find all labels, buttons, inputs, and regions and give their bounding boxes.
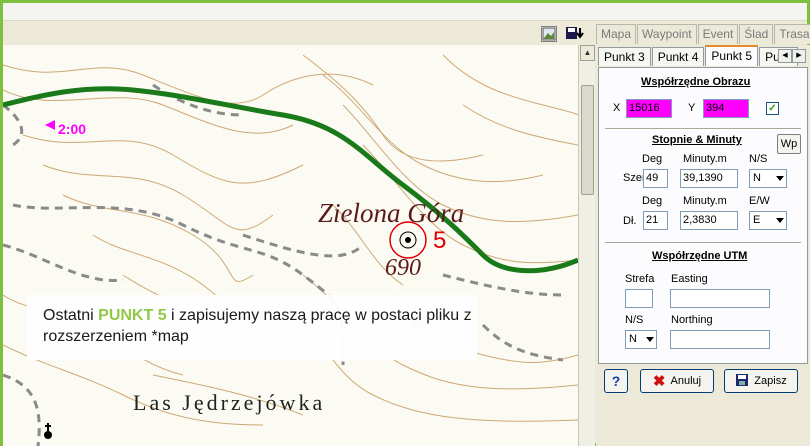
caption-text-before: Ostatni xyxy=(43,307,99,324)
zone-label: Strefa xyxy=(625,273,655,285)
scroll-thumb[interactable] xyxy=(581,85,594,195)
lon-deg-field[interactable]: 21 xyxy=(643,211,668,230)
y-label: Y xyxy=(688,102,696,114)
lock-checkbox[interactable]: ✓ xyxy=(766,102,779,115)
forest-name-label: Las Jędrzejówka xyxy=(133,390,326,415)
tab-mapa[interactable]: Mapa xyxy=(596,24,637,44)
lat-dir-select[interactable]: N xyxy=(749,169,787,188)
point-panel: Punkt 3 Punkt 4 Punkt 5 Punk ◀ ▶ Współrz… xyxy=(596,45,810,446)
tab-trasa[interactable]: Trasa xyxy=(774,24,810,44)
lat-dir-value: N xyxy=(753,172,761,184)
lon-deg-header: Deg xyxy=(642,195,663,207)
route-arrow-icon xyxy=(45,120,55,130)
x-label: X xyxy=(613,102,621,114)
degrees-title: Stopnie & Minuty xyxy=(652,134,742,146)
save-download-icon[interactable] xyxy=(565,26,584,42)
chevron-down-icon xyxy=(776,218,784,223)
place-name-label: Zielona Góra xyxy=(318,198,465,228)
image-icon[interactable] xyxy=(541,26,557,42)
point-tabs: Punkt 3 Punkt 4 Punkt 5 Punk xyxy=(598,45,799,67)
utm-ns-value: N xyxy=(629,333,637,345)
x-field[interactable]: 15016 xyxy=(626,99,672,118)
route-line xyxy=(3,86,578,274)
tab-scroll-left-icon[interactable]: ◀ xyxy=(778,49,792,63)
app-window: Mapa Waypoint Event Ślad Trasa 2:00 Ziel… xyxy=(0,0,810,446)
title-strip xyxy=(3,3,807,21)
lat-min-field[interactable]: 39,1390 xyxy=(680,169,738,188)
scroll-up-button[interactable]: ▲ xyxy=(580,45,595,61)
point-tab-body: Współrzędne Obrazu X 15016 Y 394 ✓ Stopn… xyxy=(598,67,808,364)
tab-punkt-3[interactable]: Punkt 3 xyxy=(598,47,651,66)
utm-ns-select[interactable]: N xyxy=(625,330,657,349)
cancel-button[interactable]: ✖ Anuluj xyxy=(640,369,714,393)
tab-punkt-4[interactable]: Punkt 4 xyxy=(651,47,705,66)
caption-highlight: PUNKT 5 xyxy=(98,307,167,324)
tab-scroll-right-icon[interactable]: ▶ xyxy=(792,49,806,63)
northing-field[interactable] xyxy=(670,330,770,349)
y-field[interactable]: 394 xyxy=(703,99,749,118)
chevron-down-icon xyxy=(646,337,654,342)
ns-label: N/S xyxy=(625,314,644,326)
lon-dir-value: E xyxy=(753,214,761,226)
tab-scroll-arrows: ◀ ▶ xyxy=(778,49,806,63)
tab-event[interactable]: Event xyxy=(697,24,739,44)
divider xyxy=(605,128,801,130)
point-number-label: 5 xyxy=(433,227,447,254)
map-canvas xyxy=(3,54,578,446)
lon-min-field[interactable]: 2,3830 xyxy=(680,211,738,230)
save-icon xyxy=(735,373,749,390)
elevation-label: 690 xyxy=(385,255,421,281)
utm-title: Współrzędne UTM xyxy=(652,250,748,262)
lat-dir-header: N/S xyxy=(749,153,768,165)
save-label: Zapisz xyxy=(754,375,787,387)
lon-dir-select[interactable]: E xyxy=(749,211,787,230)
shrine-icon xyxy=(43,423,53,439)
lat-deg-header: Deg xyxy=(642,153,663,165)
zone-field[interactable] xyxy=(625,289,653,308)
lon-dir-header: E/W xyxy=(749,195,770,207)
map-vertical-scrollbar[interactable]: ▲ xyxy=(578,45,595,446)
tab-waypoint[interactable]: Waypoint xyxy=(637,24,697,44)
help-label: ? xyxy=(611,373,621,389)
lat-deg-field[interactable]: 49 xyxy=(643,169,668,188)
map-mode-tabs: Mapa Waypoint Event Ślad Trasa xyxy=(596,24,810,44)
easting-field[interactable] xyxy=(670,289,770,308)
northing-label: Northing xyxy=(671,314,713,326)
close-icon: ✖ xyxy=(652,373,666,390)
caption-box: Ostatni PUNKT 5 i zapisujemy naszą pracę… xyxy=(27,295,477,360)
save-button[interactable]: Zapisz xyxy=(724,369,798,393)
lat-min-header: Minuty.m xyxy=(683,153,727,165)
lon-row-label: Dł. xyxy=(623,215,637,227)
route-time-label: 2:00 xyxy=(58,121,87,137)
chevron-down-icon xyxy=(776,176,784,181)
toolbar xyxy=(3,23,595,45)
lon-min-header: Minuty.m xyxy=(683,195,727,207)
tab-slad[interactable]: Ślad xyxy=(739,24,774,44)
wp-button[interactable]: Wp xyxy=(777,134,801,154)
cancel-label: Anuluj xyxy=(670,375,702,387)
easting-label: Easting xyxy=(671,273,708,285)
image-coords-title: Współrzędne Obrazu xyxy=(641,76,751,88)
topo-map[interactable]: 2:00 Zielona Góra 690 5 650 Las Jędrzejó… xyxy=(3,45,578,446)
divider xyxy=(605,242,801,244)
help-button[interactable]: ? xyxy=(604,369,628,393)
tab-punkt-5[interactable]: Punkt 5 xyxy=(705,45,759,66)
